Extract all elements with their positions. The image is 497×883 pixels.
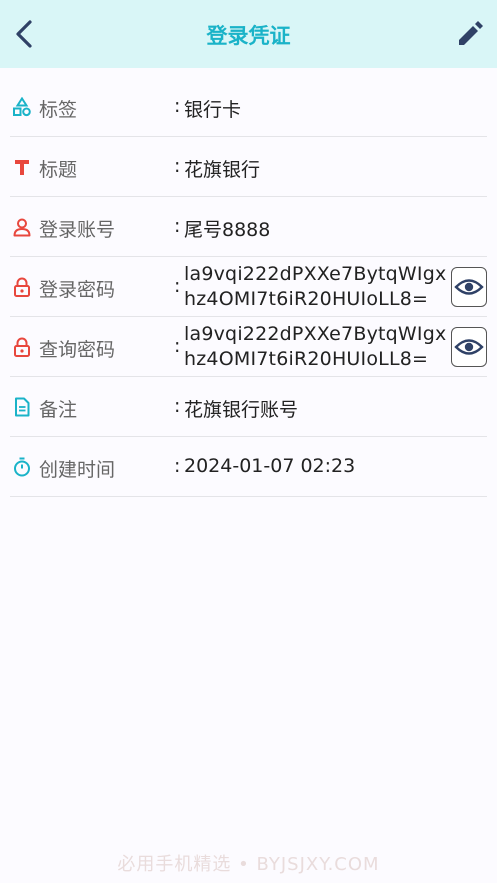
row-colon: : <box>174 95 181 117</box>
page-title: 登录凭证 <box>206 24 291 48</box>
row-value: 银行卡 <box>184 99 242 121</box>
row-value: 花旗银行 <box>184 159 261 181</box>
row-label: 标题 <box>39 159 78 181</box>
row-value: 花旗银行账号 <box>184 399 299 421</box>
stopwatch-icon <box>14 457 30 477</box>
row-colon: : <box>174 455 181 477</box>
row-note: 备注 : 花旗银行账号 <box>10 377 487 437</box>
app-header: 登录凭证 <box>0 0 497 68</box>
row-colon: : <box>174 335 181 357</box>
row-label: 查询密码 <box>39 339 116 361</box>
pencil-icon <box>459 21 483 45</box>
row-login-password: 登录密码 : la9vqi222dPXXe7BytqWIgxhz4OMI7t6i… <box>10 257 487 317</box>
row-account: 登录账号 : 尾号8888 <box>10 197 487 257</box>
row-colon: : <box>174 215 181 237</box>
row-value: la9vqi222dPXXe7BytqWIgxhz4OMI7t6iR20HUIo… <box>184 323 447 370</box>
watermark: 必用手机精选 • BYJSJXY.COM <box>117 854 380 875</box>
row-value: 2024-01-07 02:23 <box>184 455 356 477</box>
document-icon <box>15 397 30 417</box>
row-tag: 标签 : 银行卡 <box>10 77 487 137</box>
row-label: 备注 <box>39 399 78 421</box>
row-value: 尾号8888 <box>184 219 271 241</box>
show-password-button[interactable] <box>451 267 487 307</box>
row-colon: : <box>174 395 181 417</box>
eye-icon <box>454 339 484 355</box>
lock-icon <box>14 337 30 357</box>
shapes-icon <box>13 97 31 117</box>
show-password-button[interactable] <box>451 327 487 367</box>
row-colon: : <box>174 155 181 177</box>
edit-button[interactable] <box>450 14 490 54</box>
row-value: la9vqi222dPXXe7BytqWIgxhz4OMI7t6iR20HUIo… <box>184 263 447 310</box>
eye-icon <box>454 279 484 295</box>
row-colon: : <box>174 275 181 297</box>
row-label: 登录密码 <box>39 279 116 301</box>
row-label: 标签 <box>39 99 78 121</box>
row-label: 登录账号 <box>39 219 116 241</box>
row-title: 标题 : 花旗银行 <box>10 137 487 197</box>
lock-icon <box>14 277 30 297</box>
row-label: 创建时间 <box>39 459 116 481</box>
row-created-time: 创建时间 : 2024-01-07 02:23 <box>10 437 487 497</box>
user-icon <box>13 218 31 237</box>
text-t-icon <box>15 160 29 175</box>
row-query-password: 查询密码 : la9vqi222dPXXe7BytqWIgxhz4OMI7t6i… <box>10 317 487 377</box>
